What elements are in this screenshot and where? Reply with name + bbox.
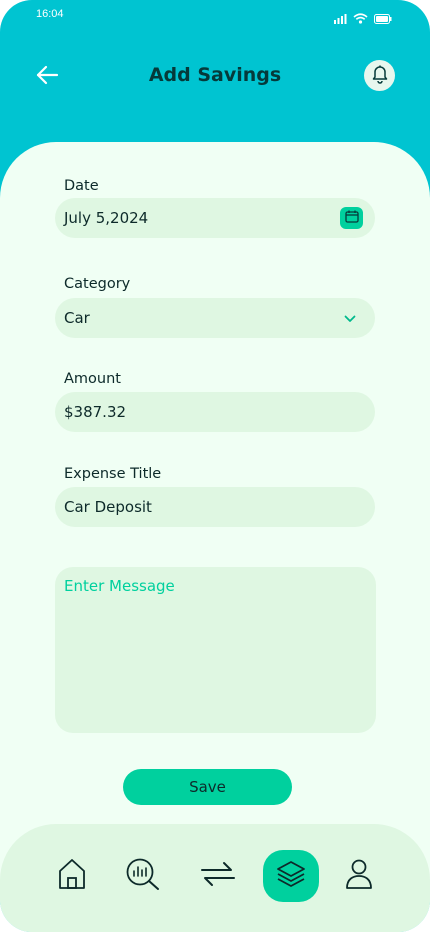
status-bar: 16:04 [0,0,430,30]
nav-analysis[interactable] [115,850,171,902]
header: Add Savings [0,50,430,102]
transactions-icon [199,860,237,892]
signal-icon [334,9,347,28]
status-time: 16:04 [36,8,64,20]
form-card: Date July 5,2024 Category Car Amount $38… [0,142,430,932]
chevron-down-icon [344,309,356,327]
home-icon [57,857,87,895]
category-select[interactable]: Car [55,298,375,338]
profile-icon [345,858,373,894]
nav-home[interactable] [44,850,100,902]
date-field[interactable]: July 5,2024 [55,198,375,238]
date-label: Date [64,178,99,194]
amount-field[interactable]: $387.32 [55,392,375,432]
calendar-button[interactable] [340,207,363,229]
expense-title-value: Car Deposit [64,498,152,516]
save-button[interactable]: Save [123,769,292,805]
bottom-nav [0,824,430,932]
expense-title-field[interactable]: Car Deposit [55,487,375,527]
category-dropdown-toggle[interactable] [339,307,361,329]
wifi-icon [353,9,368,28]
nav-profile[interactable] [331,850,387,902]
battery-icon [374,9,392,28]
bell-icon [371,64,389,88]
calendar-icon [344,209,359,227]
status-icons [334,9,392,28]
nav-transactions[interactable] [190,850,246,902]
amount-label: Amount [64,371,121,387]
nav-categories[interactable] [263,850,319,902]
expense-title-label: Expense Title [64,466,162,482]
analysis-icon [125,857,161,895]
amount-value: $387.32 [64,403,127,421]
phone-screen: 16:04 Add Savings Date July 5,2024 Categ… [0,0,430,932]
message-field[interactable]: Enter Message [55,567,376,733]
category-label: Category [64,276,131,292]
message-placeholder: Enter Message [64,577,175,595]
layers-icon [275,859,307,893]
category-value: Car [64,309,90,327]
date-value: July 5,2024 [64,209,149,227]
notifications-button[interactable] [364,60,395,91]
